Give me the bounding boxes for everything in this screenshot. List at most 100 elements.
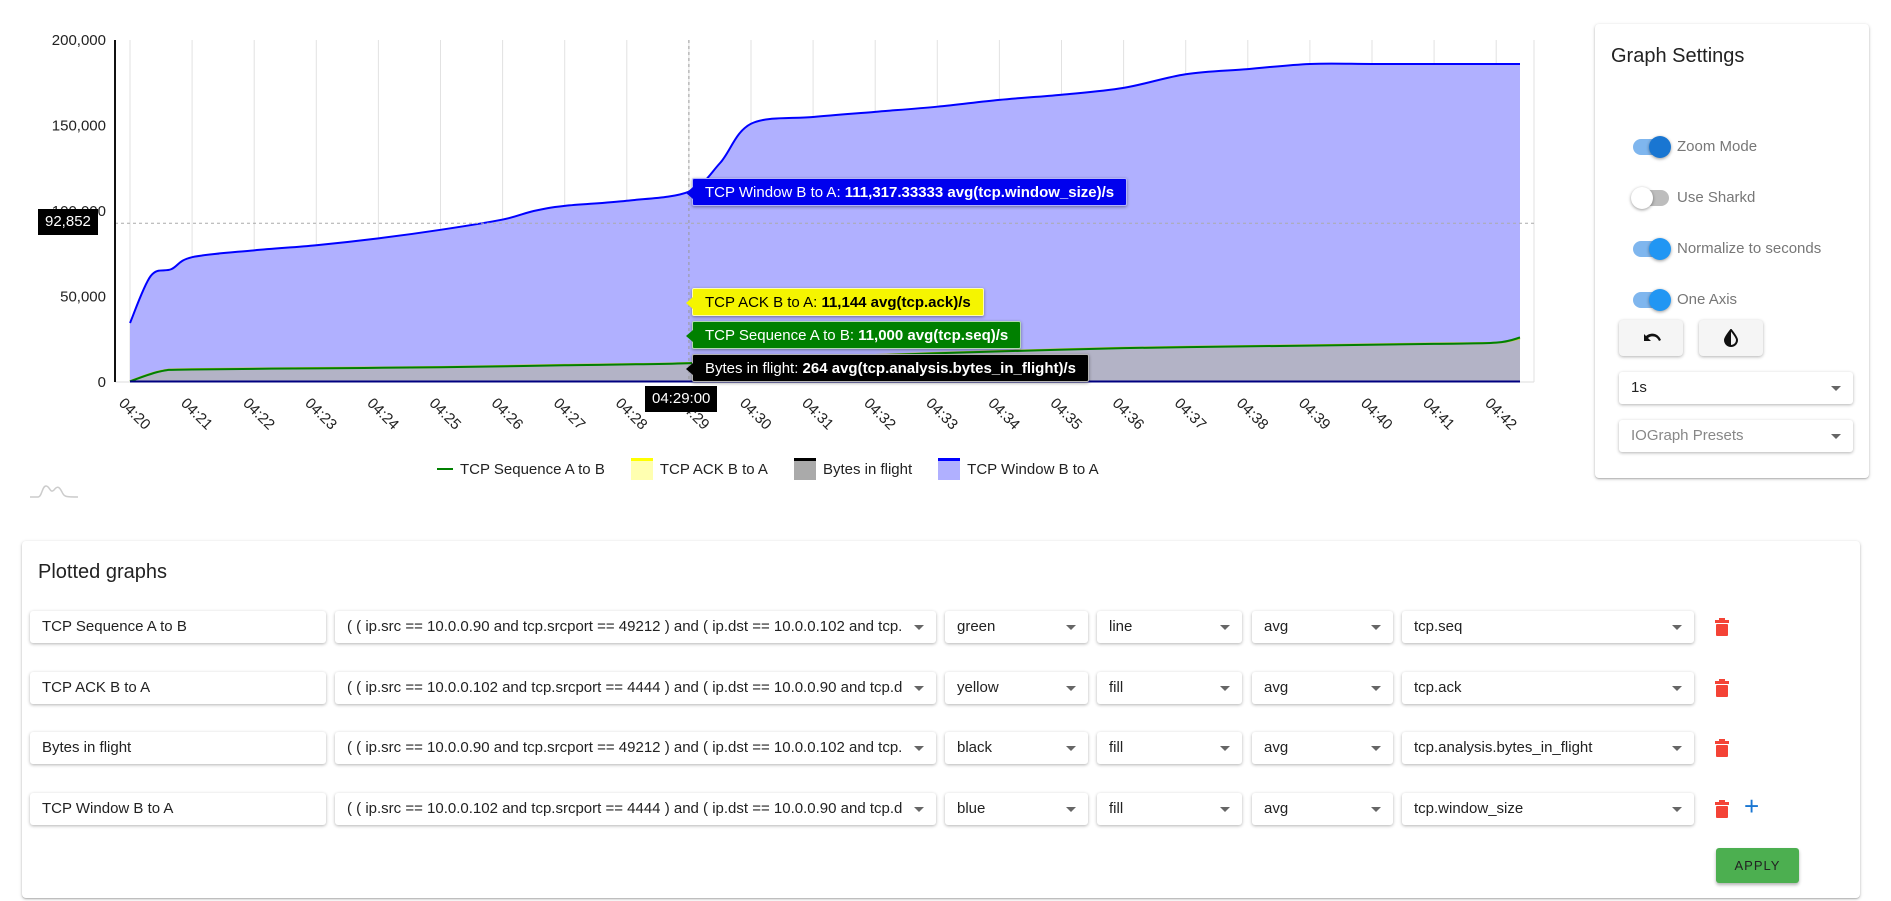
x-tick-label: 04:21 [177,395,216,434]
color-select[interactable]: blue [945,792,1088,825]
name-input[interactable]: TCP Sequence A to B [30,611,326,643]
x-tick-label: 04:41 [1419,395,1458,434]
legend-item[interactable]: Bytes in flight [793,458,912,480]
contrast-button[interactable] [1699,320,1763,356]
style-value: fill [1109,678,1124,696]
chevron-down-icon [914,806,924,812]
style-value: line [1109,618,1133,635]
sparkline-icon[interactable] [30,484,80,498]
presets-select[interactable]: IOGraph Presets [1619,420,1853,452]
color-select[interactable]: green [945,611,1088,643]
color-select[interactable]: black [945,732,1088,764]
add-graph-button[interactable]: + [1744,793,1759,819]
series-tooltip: TCP ACK B to A: 11,144 avg(tcp.ack)/s [686,288,984,316]
tooltip-series: TCP Window B to A: [705,184,845,201]
color-value: blue [957,799,986,817]
name-value: TCP Window B to A [42,799,174,817]
undo-button[interactable] [1619,320,1683,356]
chart-legend: TCP Sequence A to B TCP ACK B to A Bytes i… [437,458,1099,480]
trash-icon [1715,799,1729,818]
chevron-down-icon [914,685,924,691]
filter-select[interactable]: ( ( ip.src == 10.0.0.102 and tcp.srcport… [335,792,936,825]
y-tick-label: 0 [98,374,106,391]
x-tick-label: 04:42 [1481,395,1520,434]
style-value: fill [1109,739,1124,756]
legend-item[interactable]: TCP Window B to A [938,458,1099,480]
toggle-knob [1631,186,1653,209]
style-select[interactable]: fill [1097,671,1242,704]
func-select[interactable]: avg [1252,671,1393,704]
legend-fill-swatch [793,458,816,480]
style-select[interactable]: fill [1097,732,1242,764]
filter-select[interactable]: ( ( ip.src == 10.0.0.90 and tcp.srcport … [335,732,936,764]
interval-select[interactable]: 1s [1619,372,1853,404]
x-tick-label: 04:25 [426,395,465,434]
x-tick-label: 04:34 [985,395,1024,434]
chevron-down-icon [1672,625,1682,630]
interval-value: 1s [1631,379,1647,396]
func-value: avg [1264,799,1289,817]
undo-icon [1644,333,1661,341]
delete-graph-button[interactable] [1715,799,1729,818]
func-value: avg [1264,678,1289,696]
field-value: tcp.seq [1414,618,1463,635]
tooltip-value: 111,317.33333 avg(tcp.window_size)/s [844,184,1115,201]
func-select[interactable]: avg [1252,732,1393,764]
delete-graph-button[interactable] [1715,739,1729,757]
name-input[interactable]: TCP ACK B to A [30,671,326,704]
toggle-normalize-to-seconds[interactable]: Normalize to seconds [1633,237,1821,260]
trash-icon [1715,739,1729,757]
chevron-down-icon [1220,746,1230,751]
name-input[interactable]: Bytes in flight [30,732,326,764]
legend-item[interactable]: TCP Sequence A to B [437,461,605,478]
apply-button[interactable]: APPLY [1716,848,1799,883]
graph-settings-panel: Graph Settings Zoom Mode Use Sharkd Normal… [1595,24,1869,478]
toggle-one-axis[interactable]: One Axis [1633,288,1737,311]
delete-graph-button[interactable] [1715,678,1729,697]
chevron-down-icon [1220,806,1230,812]
legend-item[interactable]: TCP ACK B to A [630,458,768,480]
field-select[interactable]: tcp.ack [1402,671,1694,704]
toggle-switch[interactable] [1631,186,1669,209]
chevron-down-icon [1220,685,1230,691]
func-select[interactable]: avg [1252,792,1393,825]
filter-select[interactable]: ( ( ip.src == 10.0.0.102 and tcp.srcport… [335,671,936,704]
field-select[interactable]: tcp.window_size [1402,792,1694,825]
toggle-switch[interactable] [1633,135,1671,158]
x-tick-label: 04:22 [239,395,278,434]
color-select[interactable]: yellow [945,671,1088,704]
legend-label: TCP Sequence A to B [460,460,605,478]
color-value: yellow [957,678,999,696]
func-select[interactable]: avg [1252,611,1393,643]
toggle-switch[interactable] [1633,237,1671,260]
toggle-use-sharkd[interactable]: Use Sharkd [1631,186,1756,209]
y-tick-label: 200,000 [52,32,106,49]
x-tick-label: 04:35 [1047,395,1086,434]
filter-select[interactable]: ( ( ip.src == 10.0.0.90 and tcp.srcport … [335,611,936,643]
filter-value: ( ( ip.src == 10.0.0.102 and tcp.srcport… [347,799,902,817]
toggle-zoom-mode[interactable]: Zoom Mode [1633,135,1757,158]
field-select[interactable]: tcp.analysis.bytes_in_flight [1402,732,1694,764]
name-value: Bytes in flight [42,739,132,756]
trash-icon [1715,678,1729,697]
field-value: tcp.analysis.bytes_in_flight [1414,739,1593,756]
tooltip-value: 11,000 avg(tcp.seq)/s [858,327,1009,344]
chevron-down-icon [914,746,924,751]
tooltip-value: 11,144 avg(tcp.ack)/s [821,294,971,311]
chevron-down-icon [1672,746,1682,751]
style-select[interactable]: line [1097,611,1242,643]
y-tick-label: 50,000 [60,289,106,306]
tooltip-value: 264 avg(tcp.analysis.bytes_in_flight)/s [802,360,1076,377]
field-select[interactable]: tcp.seq [1402,611,1694,643]
toggle-label: Use Sharkd [1677,189,1756,206]
delete-graph-button[interactable] [1715,618,1729,636]
x-tick-label: 04:36 [1109,395,1148,434]
chevron-down-icon [914,625,924,630]
name-input[interactable]: TCP Window B to A [30,792,326,825]
tooltip-series: TCP ACK B to A: [705,294,822,311]
x-tick-label: 04:37 [1171,395,1210,434]
chevron-down-icon [1831,434,1841,439]
style-select[interactable]: fill [1097,792,1242,825]
toggle-switch[interactable] [1633,288,1671,311]
x-tick-label: 04:26 [488,395,527,434]
